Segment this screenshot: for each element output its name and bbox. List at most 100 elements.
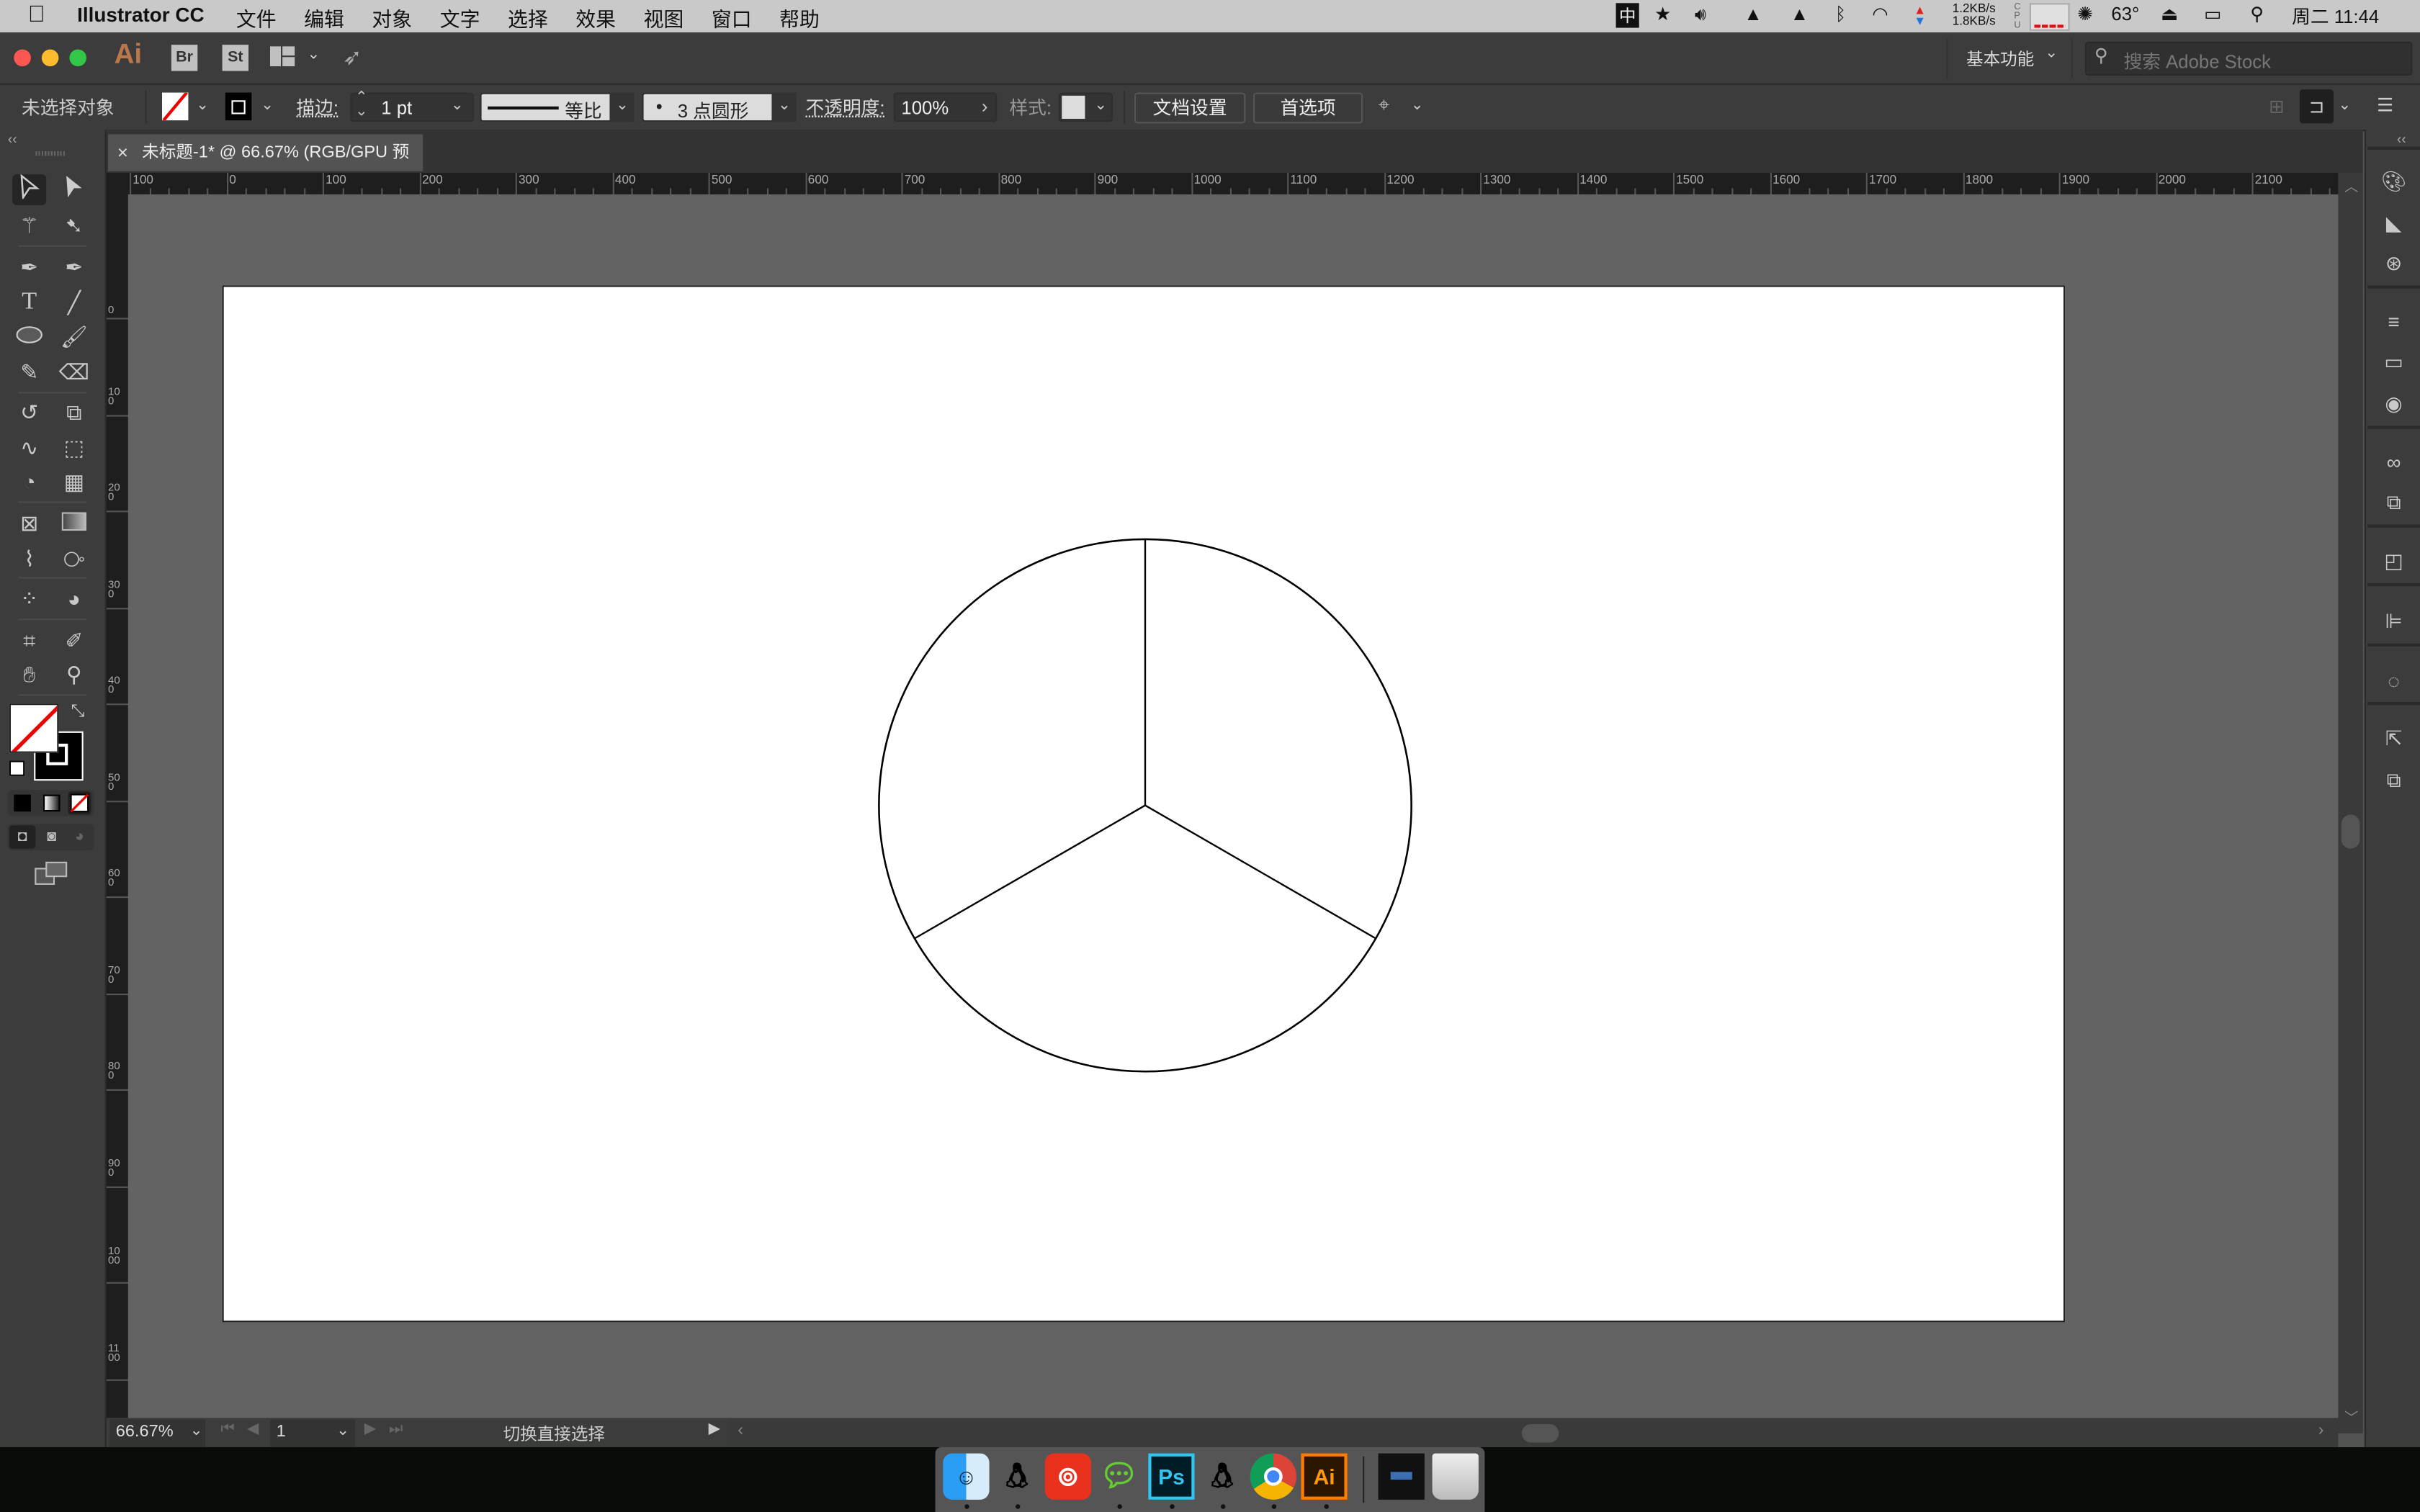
export-panel-icon[interactable]: ⇱ [2380, 726, 2408, 751]
fill-color-box-none[interactable] [9, 703, 59, 753]
chevron-down-icon[interactable]: ⌄ [1411, 97, 1424, 114]
menu-window[interactable]: 窗口 [712, 3, 752, 32]
stroke-swatch[interactable] [225, 92, 252, 121]
qq-dock-icon[interactable]: 🐧︎ [994, 1454, 1040, 1500]
draw-inside-button[interactable]: ◕ [68, 825, 91, 848]
artboard-tool-icon[interactable]: ⌗ [12, 625, 46, 656]
warp-tool-icon[interactable]: ∿ [12, 432, 46, 463]
stroke-dropdown-chevron-icon[interactable]: ⌄ [261, 97, 274, 114]
opacity-value[interactable]: 100% [901, 97, 949, 119]
pen-tool-icon[interactable]: ✒ [12, 251, 46, 282]
preferences-button[interactable]: 首选项 [1253, 92, 1363, 124]
curvature-tool-icon[interactable]: ✒ [57, 251, 91, 282]
temperature[interactable]: 63° [2111, 3, 2139, 24]
scroll-down-icon[interactable]: ﹀ [2344, 1407, 2358, 1427]
qq-tray-icon-2[interactable]: ▲ [1791, 3, 1809, 24]
slice-tool-icon[interactable]: ✐ [57, 625, 91, 656]
creative-cloud-libraries-icon[interactable]: ∞ [2380, 451, 2408, 475]
column-graph-tool-icon[interactable]: ◕ [57, 583, 91, 614]
shape-builder-tool-icon[interactable]: ◔ [12, 466, 46, 497]
opacity-label[interactable]: 不透明度: [806, 94, 885, 120]
wechat-dock-icon[interactable]: 💬︎ [1095, 1454, 1142, 1500]
select-similar-icon[interactable]: ⌖ [1379, 93, 1390, 117]
blend-tool-icon[interactable]: ⧂ [57, 543, 91, 574]
rotate-tool-icon[interactable]: ↺ [12, 397, 46, 428]
paintbrush-tool-icon[interactable]: 🖌︎ [57, 321, 91, 352]
horizontal-scroll-thumb[interactable] [1521, 1423, 1559, 1443]
asset-export-panel-icon[interactable]: ⧉ [2380, 490, 2408, 515]
scroll-left-icon[interactable]: ‹ [738, 1421, 743, 1440]
scale-tool-icon[interactable]: ⧉ [57, 397, 91, 428]
photoshop-dock-icon[interactable]: Ps [1148, 1453, 1195, 1500]
document-tab[interactable]: × 未标题-1* @ 66.67% (RGB/GPU 预览) [108, 134, 424, 199]
menu-type[interactable]: 文字 [440, 3, 480, 32]
cc-libraries-panel-icon[interactable]: ⊛ [2380, 251, 2408, 276]
change-screen-mode-icon[interactable] [34, 861, 68, 886]
perspective-grid-tool-icon[interactable]: ▦ [57, 466, 91, 497]
artboards-panel-icon[interactable]: ⧉ [2380, 768, 2408, 793]
horizontal-ruler[interactable]: 100 0 100 200 300 400 500 600 700 800 900 1000 1100 1… [106, 173, 2339, 194]
selection-tool-icon[interactable] [12, 174, 47, 205]
gpu-performance-rocket-icon[interactable]: ➶ [343, 43, 362, 71]
brush-definition-dropdown[interactable]: • 3 点圆形 ⌄ [642, 92, 797, 122]
adobe-stock-search-input[interactable]: ⚲ 搜索 Adobe Stock [2085, 41, 2413, 76]
zoom-level-dropdown[interactable]: 66.67% ⌄ [109, 1419, 205, 1447]
menu-help[interactable]: 帮助 [779, 3, 820, 32]
menu-object[interactable]: 对象 [372, 3, 412, 32]
airplay-icon[interactable]: ⏏ [2161, 3, 2178, 24]
apple-menu-icon[interactable]:  [28, 1, 45, 27]
chevron-down-icon[interactable]: ⌄ [1094, 97, 1107, 114]
draw-behind-button[interactable]: ◙ [40, 825, 63, 848]
stock-button[interactable]: St [222, 45, 248, 71]
stroke-weight-field[interactable]: ⌃ ⌄ 1 pt ⌄ [350, 90, 474, 122]
minimize-window-button[interactable] [41, 49, 59, 67]
eraser-tool-icon[interactable]: ⌫ [57, 356, 91, 387]
chevron-down-icon[interactable]: ⌄ [307, 46, 320, 63]
netease-music-dock-icon[interactable]: ⊚ [1044, 1453, 1091, 1500]
collapse-panels-icon[interactable]: ‹‹ [2397, 131, 2406, 146]
panel-grip[interactable] [35, 151, 67, 156]
shaper-tool-icon[interactable]: ✎ [12, 356, 46, 387]
fill-dropdown-chevron-icon[interactable]: ⌄ [196, 97, 209, 114]
default-fill-stroke-icon[interactable] [9, 760, 25, 776]
last-artboard-button[interactable]: ⏭ [389, 1421, 403, 1439]
grid-snap-icon[interactable]: ⊞ [2269, 96, 2285, 117]
eyedropper-tool-icon[interactable]: ⌇ [12, 543, 46, 574]
variable-width-profile-dropdown[interactable]: 等比 ⌄ [480, 92, 635, 122]
gradient-mode-button[interactable] [43, 794, 60, 812]
vertical-scroll-thumb[interactable] [2341, 814, 2360, 849]
pathfinder-panel-icon[interactable]: ◰ [2380, 549, 2408, 574]
stepper-icon[interactable]: ⌃ ⌄ [355, 90, 368, 120]
artboard[interactable] [222, 285, 2067, 1324]
chevron-down-icon[interactable]: ⌄ [336, 1423, 349, 1440]
first-artboard-button[interactable]: ⏮ [220, 1421, 234, 1439]
vertical-ruler[interactable]: 0 100 200 300 400 500 600 700 800 900 1000 1100 [106, 194, 128, 1434]
workspace-switcher[interactable]: 基本功能 [1966, 46, 2034, 71]
chevron-down-icon[interactable]: ⌄ [451, 97, 464, 114]
menu-effect[interactable]: 效果 [575, 3, 616, 32]
color-mode-button[interactable] [14, 794, 31, 812]
app-menu[interactable]: Illustrator CC [77, 3, 204, 26]
chevron-down-icon[interactable]: ⌄ [190, 1423, 203, 1440]
scroll-up-icon[interactable]: ︿ [2344, 176, 2358, 196]
chevron-down-icon[interactable]: ⌄ [2045, 45, 2058, 62]
type-tool-icon[interactable]: T [12, 287, 46, 318]
chevron-down-icon[interactable]: ⌄ [2338, 97, 2351, 114]
stroke-label[interactable]: 描边: [296, 94, 339, 120]
volume-icon[interactable]: 🔊︎ [1695, 3, 1706, 26]
artboard-number-field[interactable]: 1 ⌄ [270, 1419, 355, 1447]
document-setup-button[interactable]: 文档设置 [1134, 92, 1246, 124]
chevron-right-icon[interactable]: › [982, 96, 988, 117]
zoom-tool-icon[interactable]: ⚲ [57, 659, 91, 690]
align-panel-icon[interactable]: ⊫ [2380, 609, 2408, 634]
arrange-documents-icon[interactable] [270, 46, 295, 67]
hand-tool-icon[interactable]: ✋︎ [12, 659, 46, 690]
battery-icon[interactable]: ▭ [2204, 3, 2221, 24]
canvas[interactable] [127, 194, 2339, 1434]
chevron-down-icon[interactable]: ⌄ [778, 97, 791, 114]
appearance-panel-icon[interactable]: ◌ [2380, 670, 2408, 694]
menu-view[interactable]: 视图 [644, 3, 684, 32]
artwork-svg[interactable] [224, 287, 2067, 1324]
qq-dock-icon-2[interactable]: 🐧︎ [1199, 1454, 1245, 1500]
cpu-meter[interactable] [2029, 3, 2070, 31]
